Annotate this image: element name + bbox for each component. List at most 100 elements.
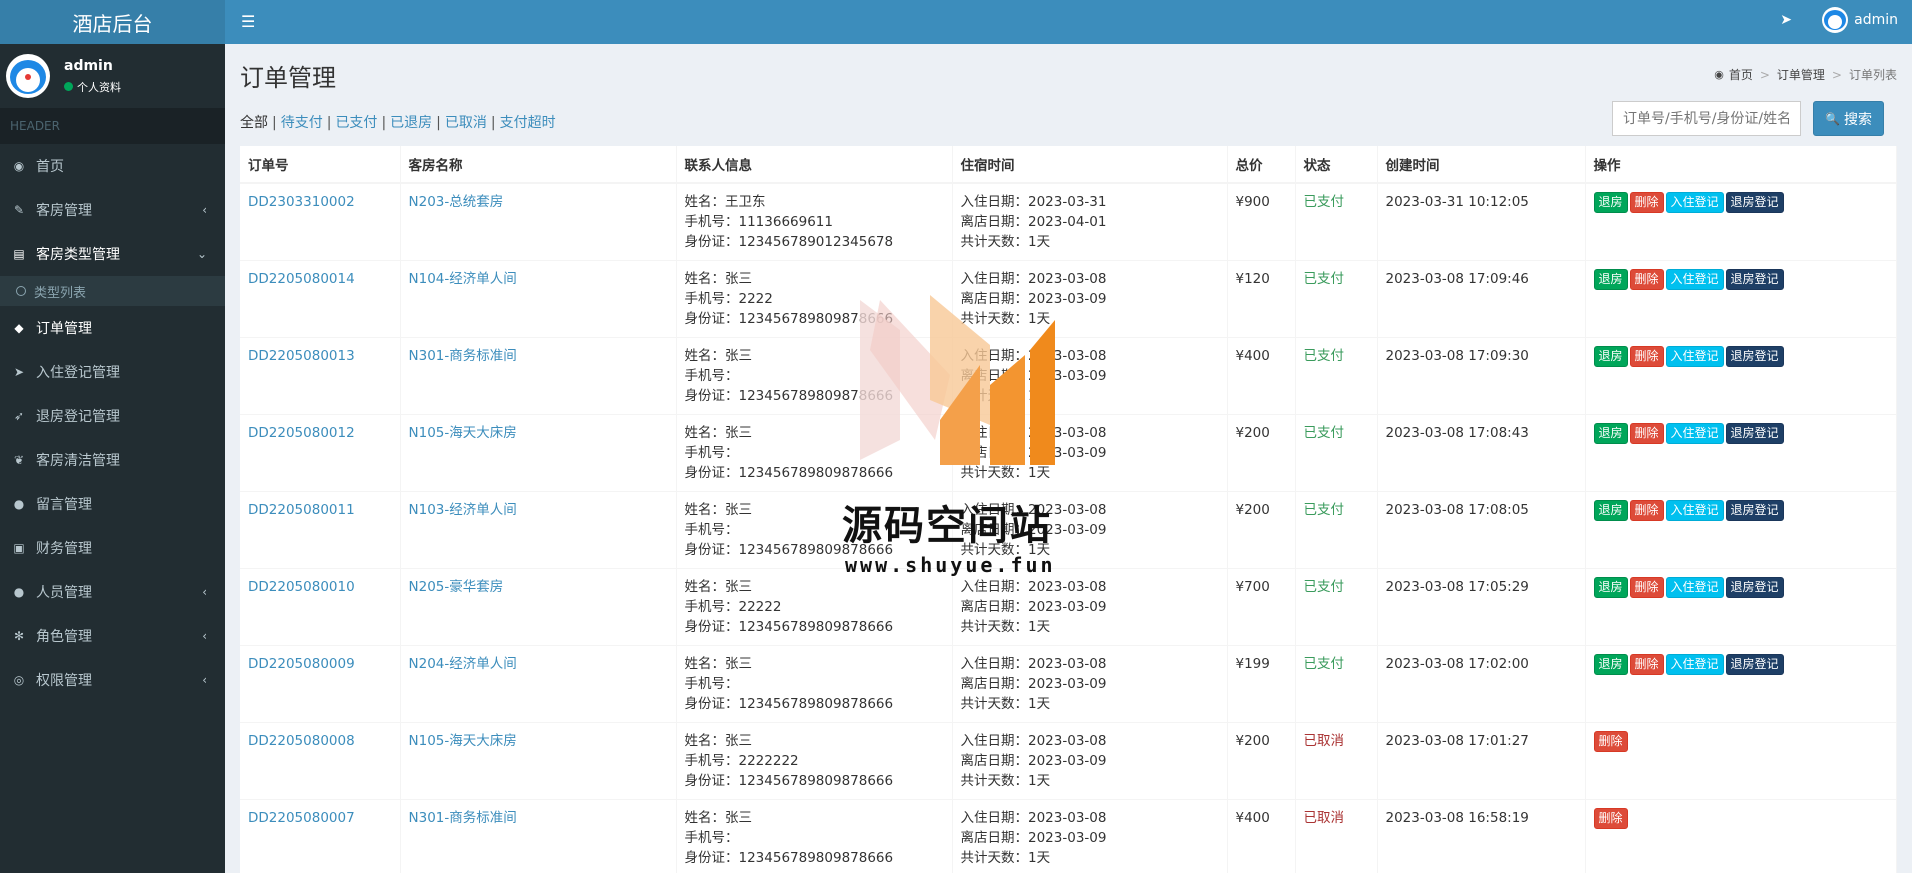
order-id[interactable]: DD2205080010 [240,568,401,646]
location-arrow-icon[interactable]: ➤ [1780,12,1792,28]
order-id[interactable]: DD2205080013 [240,337,401,415]
menu-toggle-icon[interactable]: ☰ [241,12,255,31]
top-avatar[interactable] [1822,7,1848,33]
sidebar-item-11[interactable]: ✻ 角色管理 ‹ [0,614,225,658]
sidebar-item-4[interactable]: ◆ 订单管理 [0,306,225,350]
room-name[interactable]: N203-总统套房 [400,182,677,261]
checkin-register-button[interactable]: 入住登记 [1665,654,1724,675]
checkout-button[interactable]: 退房 [1593,269,1628,290]
filter-pending[interactable]: 待支付 [281,115,323,131]
created-time: 2023-03-08 17:05:29 [1377,568,1586,646]
breadcrumb-home[interactable]: 首页 [1729,66,1753,83]
user-status[interactable]: 个人资料 [64,79,121,95]
checkout-register-button[interactable]: 退房登记 [1725,192,1784,213]
sidebar-item-7[interactable]: ❦ 客房清洁管理 [0,438,225,482]
order-id[interactable]: DD2205080011 [240,491,401,569]
checkout-register-button[interactable]: 退房登记 [1725,269,1784,290]
checkin-register-button[interactable]: 入住登记 [1665,500,1724,521]
order-id[interactable]: DD2205080014 [240,260,401,338]
sidebar-item-10[interactable]: ● 人员管理 ‹ [0,570,225,614]
sidebar-item-label: 客房管理 [36,203,92,219]
delete-button[interactable]: 删除 [1629,654,1664,675]
checkin-register-button[interactable]: 入住登记 [1665,269,1724,290]
search-input[interactable] [1612,101,1801,136]
filter-all[interactable]: 全部 [240,115,268,131]
delete-button[interactable]: 删除 [1629,500,1664,521]
contact-name: 姓名：张三 [684,579,753,595]
room-name[interactable]: N103-经济单人间 [400,491,677,569]
sidebar-item-12[interactable]: ◎ 权限管理 ‹ [0,658,225,702]
filter-checked-out[interactable]: 已退房 [390,115,432,131]
checkout-register-button[interactable]: 退房登记 [1725,577,1784,598]
compass-icon: ◎ [13,673,25,687]
avatar [6,54,50,98]
checkin-register-button[interactable]: 入住登记 [1665,423,1724,444]
room-name[interactable]: N105-海天大床房 [400,414,677,492]
checkout-register-button[interactable]: 退房登记 [1725,423,1784,444]
delete-button[interactable]: 删除 [1629,346,1664,367]
chevron-icon: ‹ [202,203,207,217]
row-actions: 退房 删除 入住登记 退房登记 [1585,337,1897,415]
room-name[interactable]: N105-海天大床房 [400,722,677,800]
sidebar-item-0[interactable]: ◉ 首页 [0,144,225,188]
checkin-register-button[interactable]: 入住登记 [1665,192,1724,213]
delete-button[interactable]: 删除 [1629,269,1664,290]
checkin-register-button[interactable]: 入住登记 [1665,346,1724,367]
sidebar-header: HEADER [0,108,225,144]
table-row: DD2205080007 N301-商务标准间 姓名：张三 手机号： 身份证：12345… [240,799,1897,873]
order-id[interactable]: DD2205080009 [240,645,401,723]
status-badge: 已支付 [1295,568,1378,646]
sidebar-item-label: 留言管理 [36,497,92,513]
checkin-register-button[interactable]: 入住登记 [1665,577,1724,598]
watermark-text: 源码空间站 [842,503,1052,549]
checkout-button[interactable]: 退房 [1593,500,1628,521]
status-badge: 已支付 [1295,414,1378,492]
checkout-button[interactable]: 退房 [1593,577,1628,598]
row-actions: 退房 删除 入住登记 退房登记 [1585,260,1897,338]
checkout-register-button[interactable]: 退房登记 [1725,500,1784,521]
order-id[interactable]: DD2205080012 [240,414,401,492]
sidebar-item-8[interactable]: ● 留言管理 [0,482,225,526]
stay-days: 共计天数：1天 [960,850,1051,866]
filter-timeout[interactable]: 支付超时 [500,115,556,131]
sidebar-item-1[interactable]: ✎ 客房管理 ‹ [0,188,225,232]
search-button[interactable]: 🔍 搜索 [1813,101,1884,136]
room-name[interactable]: N204-经济单人间 [400,645,677,723]
filter-cancelled[interactable]: 已取消 [445,115,487,131]
delete-button[interactable]: 删除 [1629,577,1664,598]
room-name[interactable]: N205-豪华套房 [400,568,677,646]
contact-idcard: 身份证：123456789809878666 [684,388,894,404]
checkout-button[interactable]: 退房 [1593,346,1628,367]
sidebar-subitem-type-list[interactable]: 类型列表 [0,276,225,306]
sidebar-item-2[interactable]: ▤ 客房类型管理 ⌄ [0,232,225,276]
filter-paid[interactable]: 已支付 [335,115,377,131]
order-id[interactable]: DD2205080008 [240,722,401,800]
order-id[interactable]: DD2205080007 [240,799,401,873]
order-id[interactable]: DD2303310002 [240,182,401,261]
checkout-register-button[interactable]: 退房登记 [1725,346,1784,367]
checkout-register-button[interactable]: 退房登记 [1725,654,1784,675]
top-user-name[interactable]: admin [1854,12,1898,28]
contact-idcard: 身份证：123456789809878666 [684,465,894,481]
checkout-date: 离店日期：2023-03-09 [960,830,1107,846]
delete-button[interactable]: 删除 [1593,731,1628,752]
room-name[interactable]: N104-经济单人间 [400,260,677,338]
sidebar-item-6[interactable]: ➶ 退房登记管理 [0,394,225,438]
app-logo[interactable]: 酒店后台 [0,0,225,44]
room-name[interactable]: N301-商务标准间 [400,799,677,873]
sidebar-item-5[interactable]: ➤ 入住登记管理 [0,350,225,394]
delete-button[interactable]: 删除 [1593,808,1628,829]
contact-phone: 手机号： [684,445,739,461]
checkout-button[interactable]: 退房 [1593,654,1628,675]
status-badge: 已支付 [1295,491,1378,569]
contact-name: 姓名：张三 [684,425,753,441]
sidebar-item-9[interactable]: ▣ 财务管理 [0,526,225,570]
delete-button[interactable]: 删除 [1629,423,1664,444]
room-name[interactable]: N301-商务标准间 [400,337,677,415]
checkout-button[interactable]: 退房 [1593,192,1628,213]
delete-button[interactable]: 删除 [1629,192,1664,213]
col-created: 创建时间 [1377,146,1586,184]
breadcrumb-orders[interactable]: 订单管理 [1777,66,1825,83]
search-button-label: 搜索 [1843,111,1872,128]
checkout-button[interactable]: 退房 [1593,423,1628,444]
